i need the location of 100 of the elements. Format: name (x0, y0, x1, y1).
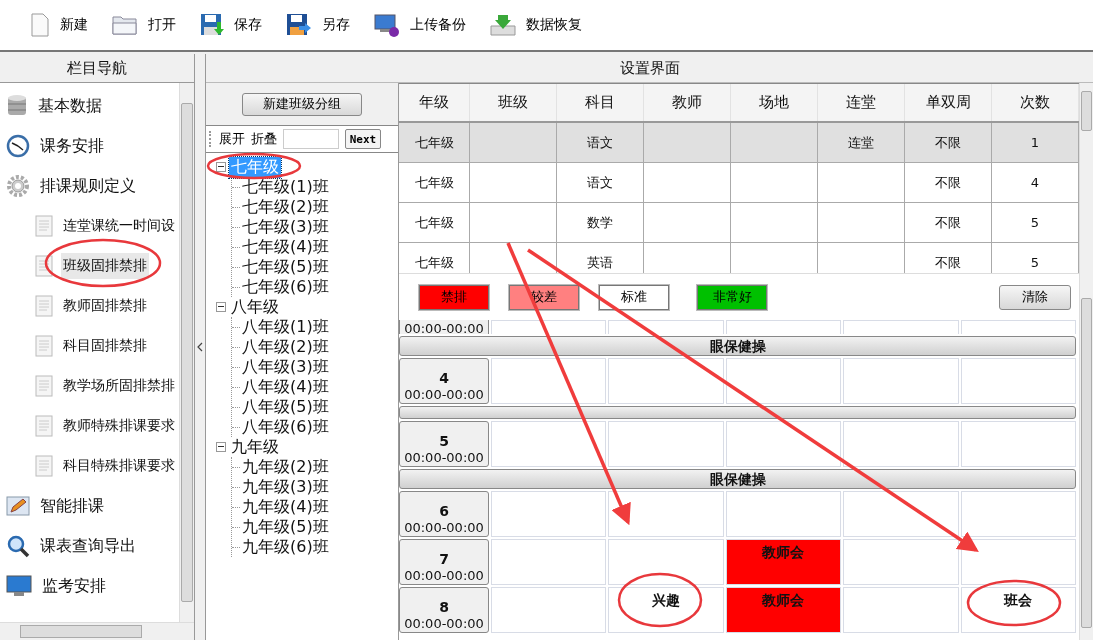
column-header[interactable]: 年级 (399, 84, 470, 121)
toolbar-button[interactable]: 新建 (30, 13, 88, 37)
tree-node[interactable]: 八年级(5)班 (240, 396, 331, 418)
nav-item[interactable]: 课务安排 (38, 131, 106, 161)
nav-item[interactable]: 教师固排禁排 (61, 293, 149, 319)
nav-item[interactable]: 智能排课 (38, 491, 106, 521)
schedule-cell[interactable] (960, 421, 1076, 467)
tree-node[interactable]: 八年级 (229, 296, 281, 318)
scrollbar[interactable] (0, 622, 194, 640)
schedule-cell[interactable] (608, 491, 724, 537)
nav-item[interactable]: 科目固排禁排 (61, 333, 149, 359)
schedule-cell[interactable] (608, 320, 724, 334)
tree-node[interactable]: 七年级(2)班 (240, 196, 331, 218)
schedule-cell[interactable] (491, 358, 607, 404)
column-header[interactable]: 科目 (557, 84, 644, 121)
schedule-cell[interactable] (960, 358, 1076, 404)
table-row[interactable]: 七年级 语文 连堂 不限 1 (399, 123, 1079, 163)
schedule-cell[interactable] (608, 421, 724, 467)
column-header[interactable]: 连堂 (818, 84, 905, 121)
tree-node[interactable]: 七年级(6)班 (240, 276, 331, 298)
tree-node[interactable]: 八年级(6)班 (240, 416, 331, 438)
toolbar-button[interactable]: 另存 (286, 13, 350, 37)
rating-button[interactable]: 标准 (599, 284, 669, 310)
nav-item[interactable]: 基本数据 (36, 91, 104, 121)
schedule-cell[interactable]: 教师会 (725, 539, 842, 585)
nav-item[interactable]: 连堂课统一时间设 (61, 213, 177, 239)
tree-node[interactable]: 八年级(2)班 (240, 336, 331, 358)
nav-item[interactable]: 教学场所固排禁排 (61, 373, 177, 399)
tree-node[interactable]: 七年级(3)班 (240, 216, 331, 238)
schedule-cell[interactable]: 教师会 (725, 587, 842, 633)
tree-node[interactable]: 八年级(3)班 (240, 356, 331, 378)
next-button[interactable]: Next (345, 129, 381, 149)
schedule-cell[interactable] (843, 421, 959, 467)
rating-button[interactable]: 禁排 (419, 284, 489, 310)
schedule-cell[interactable] (960, 539, 1076, 585)
nav-item[interactable]: 排课规则定义 (38, 171, 138, 201)
table-cell: 七年级 (399, 243, 470, 273)
schedule-cell[interactable] (491, 587, 607, 633)
column-header[interactable]: 教师 (644, 84, 731, 121)
schedule-cell[interactable] (491, 320, 607, 334)
tree-node[interactable]: 九年级(5)班 (240, 516, 331, 538)
schedule-cell[interactable] (608, 539, 724, 585)
schedule-cell[interactable] (491, 421, 607, 467)
schedule-cell[interactable] (843, 539, 959, 585)
chevron-left-icon[interactable] (197, 342, 203, 352)
new-group-button[interactable]: 新建班级分组 (242, 92, 362, 116)
schedule-cell[interactable] (843, 358, 959, 404)
schedule-cell[interactable] (843, 587, 959, 633)
collapse-icon[interactable] (216, 162, 226, 172)
schedule-cell[interactable] (725, 358, 842, 404)
schedule-cell[interactable] (960, 491, 1076, 537)
tree-node[interactable]: 七年级(5)班 (240, 256, 331, 278)
search-field[interactable] (283, 129, 339, 149)
tree-node[interactable]: 七年级(4)班 (240, 236, 331, 258)
clear-button[interactable]: 清除 (999, 284, 1071, 310)
schedule-cell[interactable] (960, 320, 1076, 334)
tree-node[interactable]: 九年级(6)班 (240, 536, 331, 558)
table-cell: 英语 (557, 243, 644, 273)
nav-item[interactable]: 课表查询导出 (38, 531, 138, 561)
nav-item[interactable]: 科目特殊排课要求 (61, 453, 177, 479)
schedule-cell[interactable]: 兴趣 (608, 587, 724, 633)
tree-node[interactable]: 九年级 (229, 436, 281, 458)
toolbar-button[interactable]: 打开 (112, 14, 176, 36)
scrollbar[interactable] (1079, 83, 1093, 640)
schedule-cell[interactable] (725, 421, 842, 467)
table-row[interactable]: 七年级 数学 不限 5 (399, 203, 1079, 243)
toolbar-button[interactable]: 保存 (200, 13, 262, 37)
tree-node[interactable]: 九年级(3)班 (240, 476, 331, 498)
schedule-cell[interactable] (725, 491, 842, 537)
nav-item[interactable]: 教师特殊排课要求 (61, 413, 177, 439)
table-cell: 连堂 (818, 123, 905, 163)
folder-icon (112, 14, 138, 36)
table-row[interactable]: 七年级 语文 不限 4 (399, 163, 1079, 203)
tree-node[interactable]: 九年级(4)班 (240, 496, 331, 518)
period-time: 00:00-00:00 (404, 449, 484, 466)
schedule-cell[interactable] (491, 539, 607, 585)
scrollbar[interactable] (179, 83, 194, 622)
column-header[interactable]: 场地 (731, 84, 818, 121)
schedule-cell[interactable]: 班会 (960, 587, 1076, 633)
column-header[interactable]: 单双周 (905, 84, 992, 121)
tree-node[interactable]: 七年级(1)班 (240, 176, 331, 198)
schedule-cell[interactable] (491, 491, 607, 537)
tree-node[interactable]: 八年级(1)班 (240, 316, 331, 338)
toolbar-button[interactable]: 上传备份 (374, 13, 466, 37)
rating-button[interactable]: 非常好 (697, 284, 767, 310)
tree-node[interactable]: 九年级(2)班 (240, 456, 331, 478)
nav-item[interactable]: 班级固排禁排 (61, 253, 149, 279)
nav-item[interactable]: 监考安排 (40, 571, 108, 601)
collapse-icon[interactable] (216, 302, 226, 312)
schedule-cell[interactable] (608, 358, 724, 404)
schedule-cell[interactable] (843, 491, 959, 537)
pencil-icon (6, 495, 30, 517)
schedule-cell[interactable] (843, 320, 959, 334)
tree-node[interactable]: 八年级(4)班 (240, 376, 331, 398)
expand-button[interactable]: 展开 (219, 130, 245, 148)
toolbar-button[interactable]: 数据恢复 (490, 14, 582, 36)
column-header[interactable]: 班级 (470, 84, 557, 121)
schedule-cell[interactable] (725, 320, 842, 334)
collapse-button[interactable]: 折叠 (251, 130, 277, 148)
collapse-icon[interactable] (216, 442, 226, 452)
